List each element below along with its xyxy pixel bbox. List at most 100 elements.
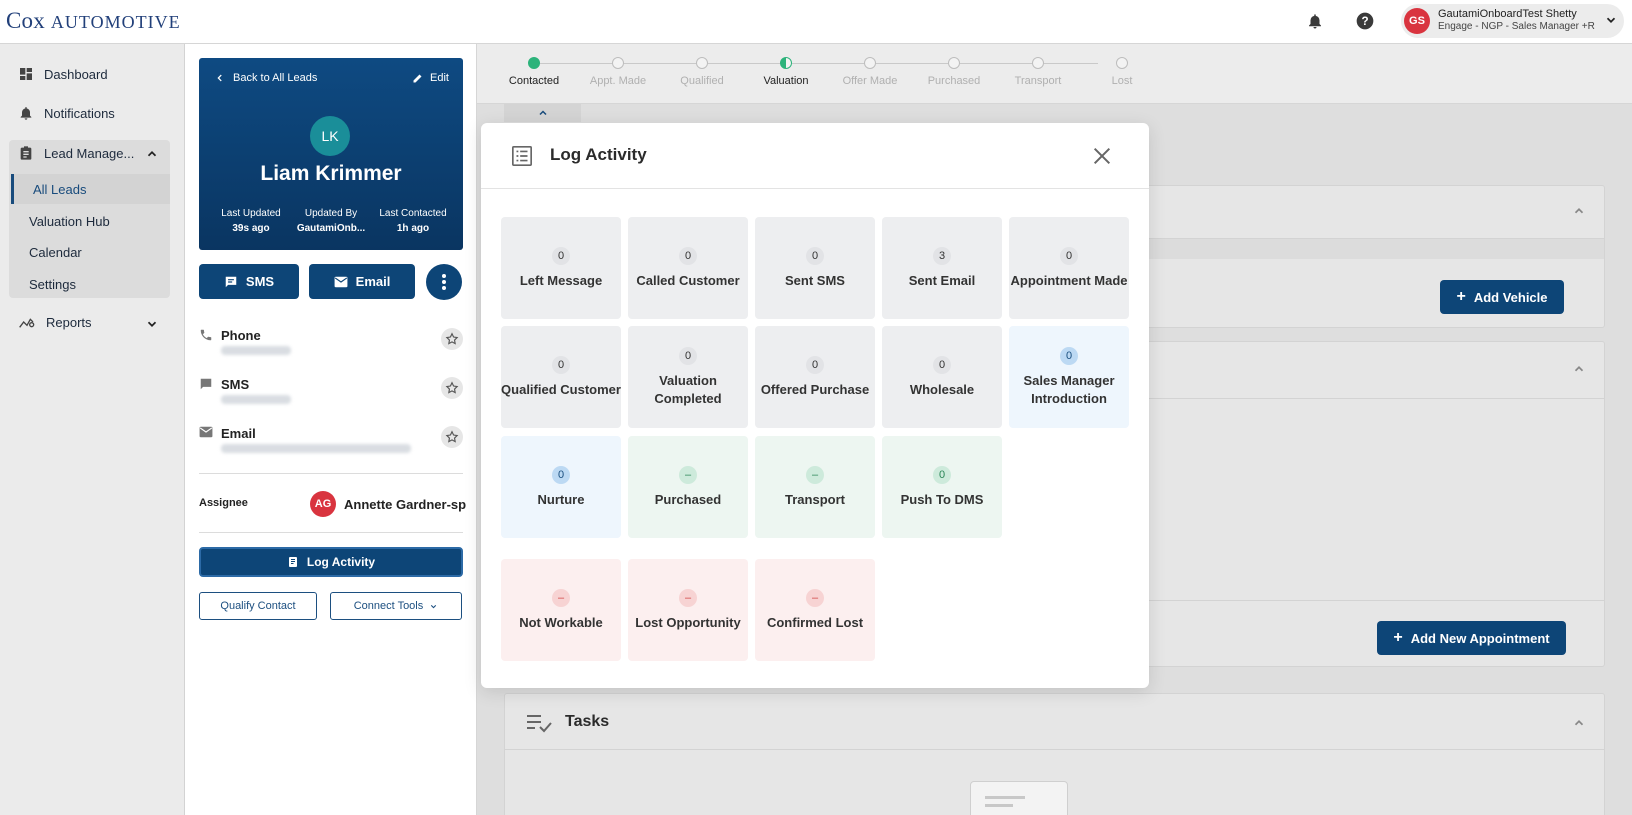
email-row: Email — [199, 426, 463, 456]
nav-lead-management[interactable]: Lead Manage... — [18, 145, 134, 161]
activity-tile-lost-opportunity[interactable]: – Lost Opportunity — [628, 559, 748, 661]
star-icon[interactable] — [441, 377, 463, 399]
chevron-up-icon[interactable] — [1572, 204, 1586, 218]
step-dot[interactable] — [1032, 57, 1044, 69]
lead-name: Liam Krimmer — [260, 162, 402, 185]
email-value-redacted — [221, 444, 411, 453]
activity-tile-label: Lost Opportunity — [635, 614, 741, 630]
activity-count-badge: 0 — [933, 465, 951, 484]
assignee-avatar: AG — [310, 491, 336, 517]
step-label: Lost — [1111, 75, 1133, 87]
activity-tile-purchased[interactable]: – Purchased — [628, 436, 748, 538]
help-icon[interactable]: ? — [1354, 10, 1376, 32]
step-dot[interactable] — [864, 57, 876, 69]
dashboard-icon — [20, 68, 32, 80]
activity-tile-label: Sent SMS — [785, 272, 845, 288]
chevron-up-icon[interactable] — [1572, 716, 1586, 730]
qualify-contact-button[interactable]: Qualify Contact — [199, 592, 317, 620]
step-dot[interactable] — [780, 57, 792, 69]
activity-tile-not-workable[interactable]: – Not Workable — [501, 559, 621, 661]
bell-icon[interactable] — [1304, 10, 1326, 32]
chevron-down-icon — [1606, 17, 1616, 23]
activity-tile-label: Appointment Made — [1010, 272, 1128, 288]
sms-row: SMS — [199, 377, 463, 407]
activity-count-badge: 0 — [1060, 246, 1078, 265]
email-button[interactable]: Email — [309, 264, 415, 299]
tasks-section: Tasks — [504, 693, 1605, 815]
back-to-leads-link[interactable]: Back to All Leads — [215, 72, 317, 84]
activity-tile-valuation-completed[interactable]: 0 Valuation Completed — [628, 326, 748, 428]
top-bar: Cox Automotive ? GS GautamiOnboardTest S… — [0, 0, 1632, 44]
activity-tile-called-customer[interactable]: 0 Called Customer — [628, 217, 748, 319]
activity-tile-appointment-made[interactable]: 0 Appointment Made — [1009, 217, 1129, 319]
edit-lead-button[interactable]: Edit — [412, 72, 449, 84]
activity-count-badge: 0 — [679, 246, 697, 265]
message-icon — [225, 276, 237, 287]
activity-tile-sent-sms[interactable]: 0 Sent SMS — [755, 217, 875, 319]
close-icon[interactable] — [1091, 145, 1113, 167]
cox-automotive-logo[interactable]: Cox Automotive — [6, 8, 181, 34]
nav-sub-valuation-hub[interactable]: Valuation Hub — [29, 214, 110, 229]
chevron-up-icon[interactable] — [1572, 362, 1586, 376]
chevron-up-icon[interactable] — [145, 147, 159, 161]
svg-text:?: ? — [1361, 15, 1368, 28]
mail-icon — [199, 426, 213, 438]
nav-dashboard-label: Dashboard — [44, 66, 108, 82]
chevron-down-icon[interactable] — [145, 317, 159, 331]
step-dot[interactable] — [948, 57, 960, 69]
lead-avatar: LK — [310, 116, 350, 156]
add-vehicle-button[interactable]: + Add Vehicle — [1440, 280, 1564, 314]
activity-tile-nurture[interactable]: 0 Nurture — [501, 436, 621, 538]
nav-sub-settings[interactable]: Settings — [29, 277, 76, 292]
nav-notifications[interactable]: Notifications — [18, 105, 115, 121]
step-dot[interactable] — [612, 57, 624, 69]
activity-tile-sales-manager-introduction[interactable]: 0 Sales Manager Introduction — [1009, 326, 1129, 428]
connect-tools-button[interactable]: Connect Tools — [330, 592, 462, 620]
list-icon — [512, 146, 532, 166]
step-label: Contacted — [508, 75, 560, 87]
user-avatar: GS — [1404, 8, 1430, 34]
activity-count-badge: 3 — [933, 246, 951, 265]
activity-tile-offered-purchase[interactable]: 0 Offered Purchase — [755, 326, 875, 428]
activity-count-badge: 0 — [933, 355, 951, 374]
add-appointment-button[interactable]: + Add New Appointment — [1377, 621, 1566, 655]
step-dot[interactable] — [1116, 57, 1128, 69]
user-menu[interactable]: GS GautamiOnboardTest Shetty Engage - NG… — [1401, 4, 1624, 38]
step-dot[interactable] — [528, 57, 540, 69]
nav-lead-management-label: Lead Manage... — [44, 145, 135, 161]
sms-value-redacted — [221, 395, 291, 404]
assignee-name[interactable]: Annette Gardner-sp — [344, 497, 466, 512]
activity-count-badge: 0 — [552, 465, 570, 484]
back-link-label: Back to All Leads — [233, 72, 318, 84]
step-label: Appt. Made — [589, 75, 647, 87]
connect-tools-label: Connect Tools — [353, 600, 424, 612]
collapse-stepper-tab[interactable] — [504, 104, 581, 122]
activity-tile-push-to-dms[interactable]: 0 Push To DMS — [882, 436, 1002, 538]
activity-tile-confirmed-lost[interactable]: – Confirmed Lost — [755, 559, 875, 661]
chevron-left-icon — [217, 74, 222, 82]
user-name: GautamiOnboardTest Shetty — [1438, 8, 1577, 20]
mail-icon — [334, 276, 348, 287]
activity-count-badge: – — [552, 588, 570, 607]
activity-tile-transport[interactable]: – Transport — [755, 436, 875, 538]
nav-dashboard[interactable]: Dashboard — [18, 66, 108, 82]
notes-icon — [288, 557, 297, 567]
edit-label: Edit — [430, 72, 449, 84]
activity-tile-sent-email[interactable]: 3 Sent Email — [882, 217, 1002, 319]
star-icon[interactable] — [441, 426, 463, 448]
activity-tile-wholesale[interactable]: 0 Wholesale — [882, 326, 1002, 428]
activity-tile-qualified-customer[interactable]: 0 Qualified Customer — [501, 326, 621, 428]
nav-reports[interactable]: Reports — [18, 314, 92, 330]
nav-sub-all-leads[interactable]: All Leads — [33, 182, 86, 197]
nav-reports-label: Reports — [46, 314, 92, 330]
log-activity-button[interactable]: Log Activity — [199, 547, 463, 577]
activity-tile-label: Not Workable — [519, 614, 603, 630]
star-icon[interactable] — [441, 328, 463, 350]
more-options-button[interactable] — [426, 264, 462, 300]
chevron-up-icon — [538, 110, 547, 116]
activity-tile-left-message[interactable]: 0 Left Message — [501, 217, 621, 319]
nav-sub-calendar[interactable]: Calendar — [29, 245, 82, 260]
step-dot[interactable] — [696, 57, 708, 69]
meta-label: Updated By — [304, 208, 358, 219]
sms-button[interactable]: SMS — [199, 264, 299, 299]
